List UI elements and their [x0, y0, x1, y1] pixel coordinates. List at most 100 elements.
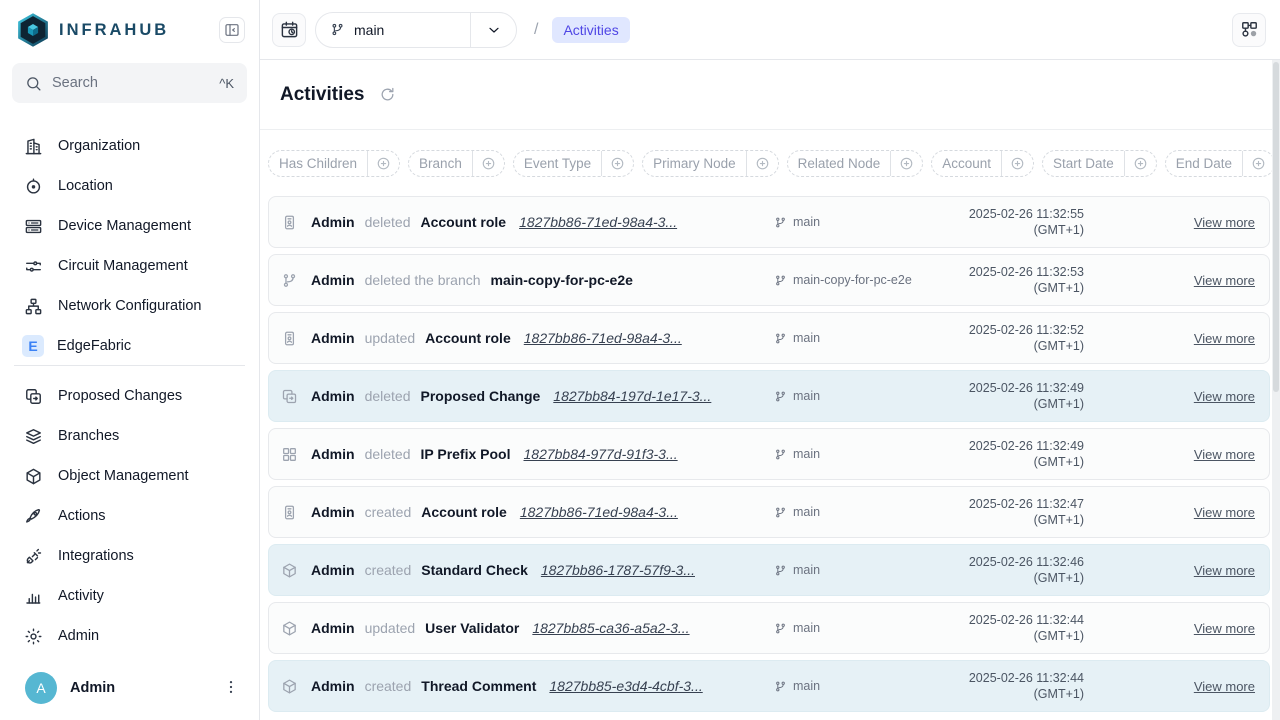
calendar-clock-icon [280, 20, 299, 39]
time-travel-button[interactable] [272, 13, 306, 47]
add-filter-button[interactable] [1124, 151, 1156, 176]
filter-chip-account[interactable]: Account [931, 150, 1034, 177]
add-filter-button[interactable] [890, 151, 922, 176]
activity-object-id-link[interactable]: 1827bb86-71ed-98a4-3... [519, 214, 677, 230]
activity-object-id-link[interactable]: 1827bb85-ca36-a5a2-3... [532, 620, 689, 636]
filter-chip-related-node[interactable]: Related Node [787, 150, 924, 177]
sidebar-item-circuit-management[interactable]: Circuit Management [0, 246, 259, 286]
git-branch-icon [330, 22, 345, 37]
scrollbar-thumb[interactable] [1273, 62, 1279, 392]
breadcrumb-current[interactable]: Activities [552, 17, 629, 43]
search-shortcut: ^K [219, 76, 234, 91]
sidebar-item-edgefabric[interactable]: EEdgeFabric [0, 326, 259, 365]
activity-verb: created [365, 562, 412, 578]
add-filter-button[interactable] [367, 151, 399, 176]
view-more-link[interactable]: View more [1084, 331, 1269, 346]
breadcrumb-separator: / [534, 21, 538, 39]
branch-selector[interactable]: main [315, 12, 517, 48]
location-target-icon [24, 177, 43, 196]
activity-row[interactable]: AdminupdatedUser Validator1827bb85-ca36-… [268, 602, 1270, 654]
activity-object-type: main-copy-for-pc-e2e [491, 272, 633, 288]
edgefabric-letter-icon: E [22, 335, 44, 357]
git-branch-icon [774, 274, 787, 287]
activity-timestamp: 2025-02-26 11:32:44(GMT+1) [944, 612, 1084, 645]
activity-row[interactable]: Admindeleted the branchmain-copy-for-pc-… [268, 254, 1270, 306]
activity-branch: main [774, 679, 944, 693]
view-more-link[interactable]: View more [1084, 273, 1269, 288]
view-more-link[interactable]: View more [1084, 215, 1269, 230]
activity-branch: main [774, 563, 944, 577]
activity-row[interactable]: AdmincreatedStandard Check1827bb86-1787-… [268, 544, 1270, 596]
activity-object-id-link[interactable]: 1827bb86-71ed-98a4-3... [524, 330, 682, 346]
scrollbar[interactable] [1272, 60, 1280, 720]
sidebar-item-label: Proposed Changes [58, 388, 182, 404]
add-filter-button[interactable] [1001, 151, 1033, 176]
filter-chip-has-children[interactable]: Has Children [268, 150, 400, 177]
sidebar-item-proposed-changes[interactable]: Proposed Changes [0, 376, 259, 416]
activity-row[interactable]: AdmindeletedIP Prefix Pool1827bb84-977d-… [268, 428, 1270, 480]
filter-chip-start-date[interactable]: Start Date [1042, 150, 1157, 177]
circuit-icon [24, 257, 43, 276]
filter-chip-branch[interactable]: Branch [408, 150, 505, 177]
view-more-link[interactable]: View more [1084, 563, 1269, 578]
sidebar-item-actions[interactable]: Actions [0, 496, 259, 536]
git-branch-icon [774, 564, 787, 577]
search-input[interactable]: Search ^K [12, 63, 247, 103]
activity-object-id-link[interactable]: 1827bb86-71ed-98a4-3... [520, 504, 678, 520]
schema-button[interactable] [1232, 13, 1266, 47]
add-filter-button[interactable] [601, 151, 633, 176]
sidebar-item-admin[interactable]: Admin [0, 616, 259, 656]
view-more-link[interactable]: View more [1084, 447, 1269, 462]
search-placeholder: Search [52, 75, 209, 91]
filter-label: End Date [1166, 156, 1242, 171]
view-more-link[interactable]: View more [1084, 505, 1269, 520]
refresh-button[interactable] [377, 86, 397, 106]
activity-branch: main [774, 505, 944, 519]
sidebar-nav: OrganizationLocationDevice ManagementCir… [0, 103, 259, 660]
activity-object-type: Proposed Change [421, 388, 541, 404]
activity-object-id-link[interactable]: 1827bb85-e3d4-4cbf-3... [549, 678, 702, 694]
activity-object-id-link[interactable]: 1827bb86-1787-57f9-3... [541, 562, 695, 578]
filter-chip-event-type[interactable]: Event Type [513, 150, 634, 177]
add-filter-button[interactable] [746, 151, 778, 176]
sidebar-item-activity[interactable]: Activity [0, 576, 259, 616]
sidebar-item-organization[interactable]: Organization [0, 126, 259, 166]
activity-object-id-link[interactable]: 1827bb84-197d-1e17-3... [553, 388, 711, 404]
activity-row[interactable]: AdmindeletedProposed Change1827bb84-197d… [268, 370, 1270, 422]
activity-object-id-link[interactable]: 1827bb84-977d-91f3-3... [524, 446, 678, 462]
sidebar-group-objects: OrganizationLocationDevice ManagementCir… [0, 126, 259, 365]
plus-circle-icon [1251, 156, 1266, 171]
sidebar-item-location[interactable]: Location [0, 166, 259, 206]
view-more-link[interactable]: View more [1084, 389, 1269, 404]
activity-row[interactable]: AdmindeletedAccount role1827bb86-71ed-98… [268, 196, 1270, 248]
plug-icon [24, 547, 43, 566]
infrahub-logo-icon [16, 13, 50, 47]
page-title: Activities [280, 84, 364, 106]
activity-row[interactable]: AdminupdatedAccount role1827bb86-71ed-98… [268, 312, 1270, 364]
add-filter-button[interactable] [472, 151, 504, 176]
sidebar-item-network-configuration[interactable]: Network Configuration [0, 286, 259, 326]
activity-actor: Admin [311, 678, 355, 694]
activity-row[interactable]: AdmincreatedAccount role1827bb86-71ed-98… [268, 486, 1270, 538]
add-filter-button[interactable] [1242, 151, 1274, 176]
sidebar-item-branches[interactable]: Branches [0, 416, 259, 456]
plus-circle-icon [610, 156, 625, 171]
sidebar-item-object-management[interactable]: Object Management [0, 456, 259, 496]
avatar: A [25, 672, 57, 704]
user-menu-button[interactable] [219, 676, 243, 700]
view-more-link[interactable]: View more [1084, 679, 1269, 694]
filter-label: Account [932, 156, 1001, 171]
branch-name: main [354, 22, 384, 38]
branch-selector-value: main [316, 13, 470, 47]
sidebar-item-device-management[interactable]: Device Management [0, 206, 259, 246]
filter-chip-primary-node[interactable]: Primary Node [642, 150, 779, 177]
activity-row[interactable]: AdmincreatedThread Comment1827bb85-e3d4-… [268, 660, 1270, 712]
activity-object-type: User Validator [425, 620, 519, 636]
filter-chip-end-date[interactable]: End Date [1165, 150, 1275, 177]
view-more-link[interactable]: View more [1084, 621, 1269, 636]
cube-icon [281, 678, 298, 695]
branch-selector-caret[interactable] [470, 13, 516, 47]
sidebar-collapse-button[interactable] [219, 17, 245, 43]
user-name: Admin [70, 680, 115, 696]
sidebar-item-integrations[interactable]: Integrations [0, 536, 259, 576]
